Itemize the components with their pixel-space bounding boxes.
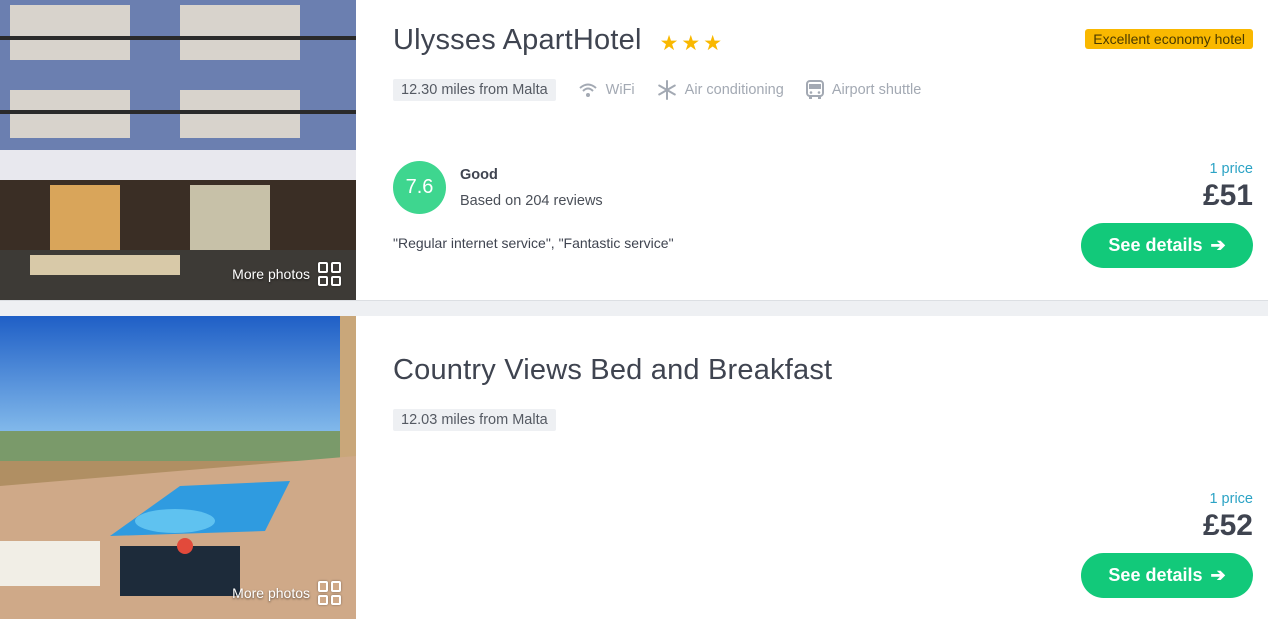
amenity-label: Airport shuttle xyxy=(831,82,922,98)
hotel-content: Country Views Bed and Breakfast 12.03 mi… xyxy=(393,316,1268,619)
star-rating: ★ ★ ★ xyxy=(660,27,722,54)
more-photos-link[interactable]: More photos xyxy=(232,581,342,605)
more-photos-label: More photos xyxy=(232,585,310,601)
price-count-link[interactable]: 1 price xyxy=(1209,491,1253,507)
hotel-name[interactable]: Ulysses ApartHotel xyxy=(393,24,642,57)
hotel-content: Ulysses ApartHotel ★ ★ ★ Excellent econo… xyxy=(393,0,1268,300)
hotel-card: More photos Country Views Bed and Breakf… xyxy=(0,316,1268,619)
review-quote: "Regular internet service", "Fantastic s… xyxy=(393,235,674,251)
wifi-icon xyxy=(579,83,597,97)
see-details-button[interactable]: See details ➔ xyxy=(1081,553,1253,598)
see-details-label: See details xyxy=(1108,235,1203,255)
amenities-row: 12.03 miles from Malta xyxy=(393,409,556,431)
see-details-label: See details xyxy=(1108,565,1203,585)
price-block: 1 price £52 See details ➔ xyxy=(1081,491,1253,598)
amenity-airport-shuttle: Airport shuttle xyxy=(805,80,922,100)
amenity-label: WiFi xyxy=(605,82,635,98)
price-block: 1 price £51 See details ➔ xyxy=(1081,161,1253,268)
amenities-row: 12.30 miles from Malta WiFi Air conditio… xyxy=(393,79,921,101)
rating-block: 7.6 Good Based on 204 reviews xyxy=(393,161,603,214)
more-photos-label: More photos xyxy=(232,266,310,282)
distance-badge: 12.03 miles from Malta xyxy=(393,409,556,431)
review-count: Based on 204 reviews xyxy=(460,192,603,209)
hotel-name[interactable]: Country Views Bed and Breakfast xyxy=(393,354,832,387)
rating-word: Good xyxy=(460,166,498,183)
snowflake-icon xyxy=(657,80,676,100)
see-details-button[interactable]: See details ➔ xyxy=(1081,223,1253,268)
grid-icon xyxy=(318,262,342,286)
more-photos-link[interactable]: More photos xyxy=(232,262,342,286)
bus-icon xyxy=(805,80,824,99)
arrow-right-icon: ➔ xyxy=(1210,565,1226,585)
amenity-air-conditioning: Air conditioning xyxy=(657,80,784,100)
hotel-facade-image xyxy=(0,0,356,300)
star-icon: ★ xyxy=(659,32,679,55)
hotel-photo[interactable]: More photos xyxy=(0,0,356,300)
distance-badge: 12.30 miles from Malta xyxy=(393,79,556,101)
hotel-tag-badge: Excellent economy hotel xyxy=(1085,29,1253,49)
hotel-card: More photos Ulysses ApartHotel ★ ★ ★ Exc… xyxy=(0,0,1268,300)
price: £51 xyxy=(1202,179,1253,212)
review-score-badge: 7.6 xyxy=(393,161,446,214)
price-count-link[interactable]: 1 price xyxy=(1209,161,1253,177)
amenity-wifi: WiFi xyxy=(578,82,635,98)
arrow-right-icon: ➔ xyxy=(1210,235,1226,255)
card-separator xyxy=(0,300,1268,316)
star-icon: ★ xyxy=(681,32,701,55)
hotel-photo[interactable]: More photos xyxy=(0,316,356,619)
price: £52 xyxy=(1202,509,1253,542)
grid-icon xyxy=(318,581,342,605)
pool-terrace-image xyxy=(0,316,356,619)
star-icon: ★ xyxy=(703,32,723,55)
amenity-label: Air conditioning xyxy=(684,82,784,98)
